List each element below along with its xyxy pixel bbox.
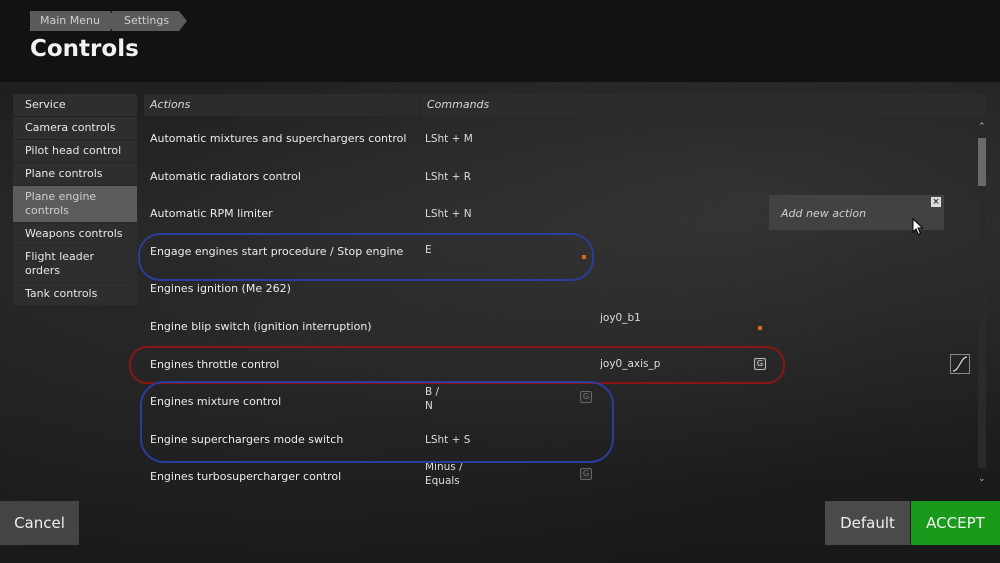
table-row[interactable]: Automatic radiators control LSht + R <box>144 158 974 196</box>
sidebar-item-flight-leader-orders[interactable]: Flight leader orders <box>13 246 137 282</box>
axis-settings-icon[interactable]: G <box>754 357 766 370</box>
table-row[interactable]: Engine blip switch (ignition interruptio… <box>144 308 974 346</box>
close-icon[interactable]: × <box>931 197 941 207</box>
action-label[interactable]: Automatic mixtures and superchargers con… <box>150 132 406 145</box>
action-label[interactable]: Engines turbosupercharger control <box>150 470 341 483</box>
sidebar-item-plane-controls[interactable]: Plane controls <box>13 163 137 185</box>
scrollbar-thumb[interactable] <box>978 138 986 186</box>
command-binding-secondary[interactable]: joy0_axis_p <box>600 358 660 370</box>
mouse-cursor-icon <box>912 218 924 236</box>
action-label[interactable]: Engines ignition (Me 262) <box>150 282 291 295</box>
controls-table: Automatic mixtures and superchargers con… <box>144 120 974 496</box>
sidebar-item-camera-controls[interactable]: Camera controls <box>13 117 137 139</box>
command-binding[interactable]: LSht + S <box>425 433 470 447</box>
modified-marker-icon <box>758 325 762 330</box>
command-binding[interactable]: LSht + N <box>425 207 472 221</box>
response-curve-icon[interactable] <box>950 354 970 374</box>
command-binding[interactable]: E <box>425 243 432 257</box>
sidebar-item-plane-engine-controls[interactable]: Plane engine controls <box>13 186 137 222</box>
cancel-button[interactable]: Cancel <box>0 501 79 545</box>
table-row[interactable]: Engines mixture control B / N G <box>144 383 974 421</box>
scroll-up-arrow-icon[interactable]: ⌃ <box>978 122 986 132</box>
accept-button[interactable]: ACCEPT <box>911 501 1000 545</box>
action-label[interactable]: Engine blip switch (ignition interruptio… <box>150 320 372 333</box>
axis-settings-icon[interactable]: G <box>580 391 592 404</box>
command-binding-secondary[interactable]: joy0_b1 <box>600 312 641 324</box>
column-header-actions: Actions <box>144 94 419 116</box>
table-row[interactable]: Automatic mixtures and superchargers con… <box>144 120 974 158</box>
sidebar-item-tank-controls[interactable]: Tank controls <box>13 283 137 305</box>
breadcrumb-main-menu[interactable]: Main Menu <box>30 11 118 31</box>
action-label[interactable]: Automatic RPM limiter <box>150 207 273 220</box>
sidebar-item-weapons-controls[interactable]: Weapons controls <box>13 223 137 245</box>
scrollbar[interactable] <box>978 138 986 468</box>
page-title: Controls <box>30 36 139 62</box>
action-label[interactable]: Engage engines start procedure / Stop en… <box>150 245 403 258</box>
modified-marker-icon <box>582 254 586 259</box>
action-label[interactable]: Engine superchargers mode switch <box>150 433 343 446</box>
default-button[interactable]: Default <box>825 501 910 545</box>
command-binding[interactable]: LSht + R <box>425 170 471 184</box>
table-row[interactable]: Engines ignition (Me 262) <box>144 270 974 308</box>
breadcrumb-settings[interactable]: Settings <box>111 11 188 31</box>
scroll-down-arrow-icon[interactable]: ⌄ <box>978 474 986 484</box>
action-label[interactable]: Engines throttle control <box>150 358 279 371</box>
table-row[interactable]: Engage engines start procedure / Stop en… <box>144 233 974 271</box>
action-label[interactable]: Automatic radiators control <box>150 170 301 183</box>
command-binding[interactable]: LSht + M <box>425 132 473 146</box>
breadcrumb: Main Menu Settings <box>30 11 188 31</box>
command-binding[interactable]: Minus / Equals <box>425 460 463 488</box>
table-row[interactable]: Engines throttle control joy0_axis_p G <box>144 346 974 384</box>
command-binding[interactable]: B / N <box>425 385 439 413</box>
sidebar-item-pilot-head-control[interactable]: Pilot head control <box>13 140 137 162</box>
header-bar: Main Menu Settings Controls <box>0 0 1000 82</box>
sidebar: Service Camera controls Pilot head contr… <box>13 94 137 306</box>
table-row[interactable]: Engines turbosupercharger control Minus … <box>144 458 974 496</box>
axis-settings-icon[interactable]: G <box>580 468 592 481</box>
column-header-commands: Commands <box>421 94 986 116</box>
table-row[interactable]: Engine superchargers mode switch LSht + … <box>144 421 974 459</box>
sidebar-item-service[interactable]: Service <box>13 94 137 116</box>
add-new-action-button[interactable]: Add new action <box>781 207 866 220</box>
action-label[interactable]: Engines mixture control <box>150 395 281 408</box>
